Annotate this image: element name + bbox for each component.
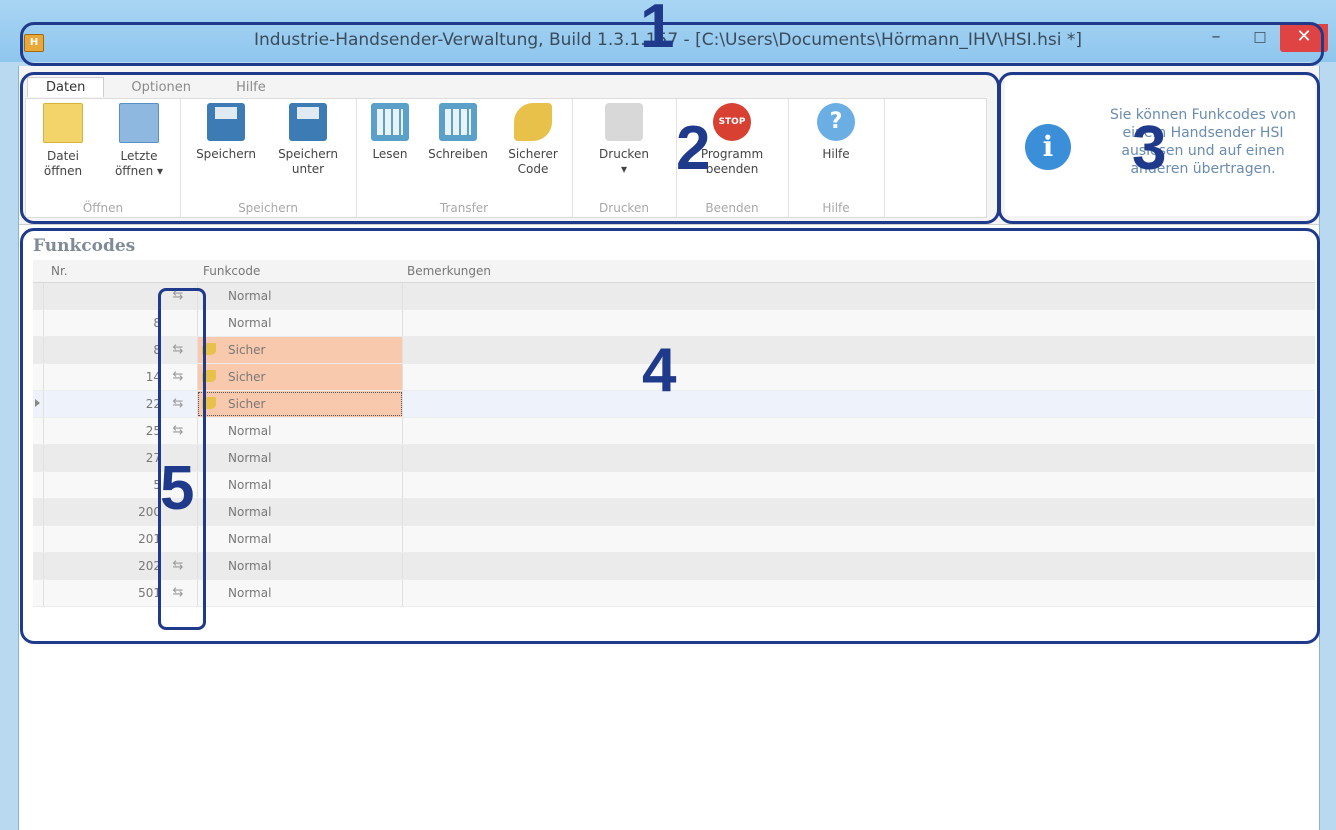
callout-number-5: 5 bbox=[160, 454, 195, 523]
callout-box-4 bbox=[20, 228, 1320, 644]
callout-number-3: 3 bbox=[1132, 114, 1167, 183]
callout-number-1: 1 bbox=[640, 0, 675, 61]
callout-number-2: 2 bbox=[676, 114, 711, 183]
callout-box-2 bbox=[20, 72, 1000, 224]
callout-number-4: 4 bbox=[642, 336, 677, 405]
app-window: H Industrie-Handsender-Verwaltung, Build… bbox=[0, 0, 1336, 830]
